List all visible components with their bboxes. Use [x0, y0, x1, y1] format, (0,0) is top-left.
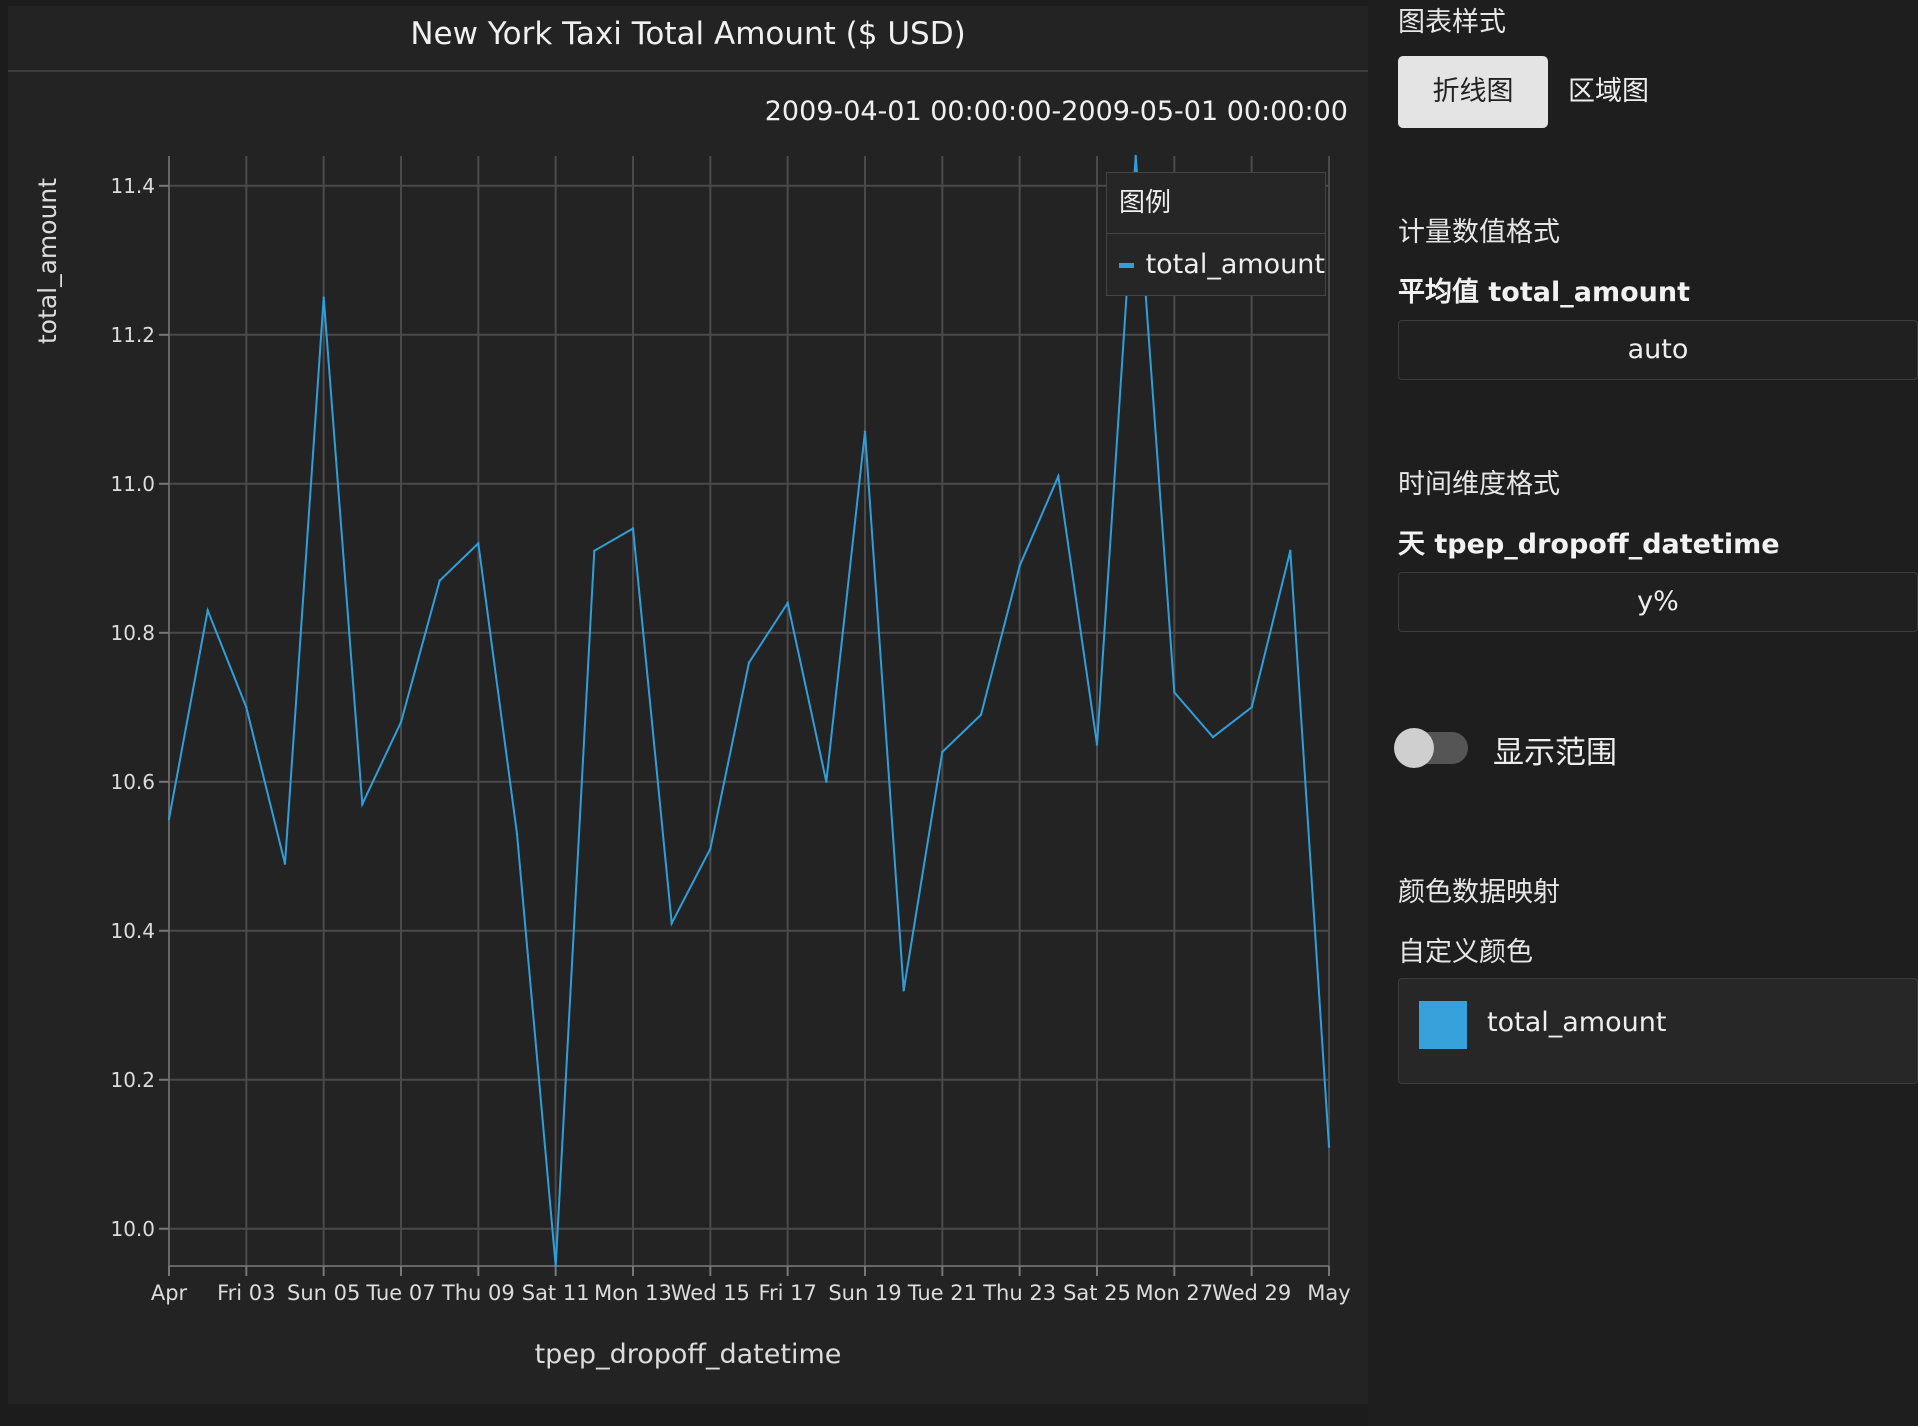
data-point — [1173, 691, 1176, 694]
data-point — [1095, 743, 1099, 746]
data-point — [477, 542, 480, 545]
data-point — [1018, 564, 1021, 567]
data-point — [747, 661, 751, 664]
toggle-knob — [1394, 728, 1434, 768]
data-point — [902, 989, 905, 992]
data-point — [438, 579, 441, 582]
y-tick-label: 11.2 — [110, 323, 155, 347]
data-point — [786, 601, 789, 605]
metric-format-input[interactable]: auto — [1398, 320, 1918, 380]
x-tick-label: Tue 21 — [907, 1281, 977, 1305]
x-tick-label: Wed 29 — [1212, 1281, 1291, 1305]
time-format-input[interactable]: y% — [1398, 572, 1918, 632]
y-axis-label: total_amount — [33, 178, 62, 344]
line-chart-button[interactable]: 折线图 — [1398, 56, 1548, 128]
y-tick-label: 10.2 — [110, 1068, 155, 1092]
data-point — [245, 706, 248, 709]
legend-item-total-amount[interactable]: total_amount — [1107, 234, 1325, 296]
x-tick-label: Mon 27 — [1135, 1281, 1213, 1305]
x-tick-label: Sun 19 — [828, 1281, 901, 1305]
color-swatch[interactable] — [1419, 1001, 1467, 1049]
series-line-total-amount — [168, 155, 1330, 1267]
data-point — [1134, 154, 1137, 158]
x-tick-label: Fri 17 — [758, 1281, 816, 1305]
data-point — [863, 430, 867, 433]
x-tick-label: Sun 05 — [287, 1281, 360, 1305]
metric-name: 平均值 total_amount — [1398, 277, 1690, 308]
color-mapping-label: 颜色数据映射 — [1398, 877, 1560, 908]
data-point — [825, 780, 828, 783]
data-point — [1250, 706, 1253, 709]
custom-color-row[interactable]: total_amount — [1398, 978, 1918, 1084]
x-tick-label: Sat 11 — [522, 1281, 590, 1305]
legend-item-label: total_amount — [1145, 249, 1325, 280]
data-point — [979, 713, 983, 716]
show-range-toggle[interactable] — [1394, 728, 1468, 768]
data-point — [1289, 549, 1292, 553]
data-point — [631, 527, 635, 530]
x-axis-label: tpep_dropoff_datetime — [535, 1339, 842, 1370]
data-point — [670, 922, 673, 925]
chart-panel: New York Taxi Total Amount ($ USD) 2009-… — [8, 6, 1368, 1404]
data-point — [941, 750, 944, 754]
data-point — [593, 549, 596, 553]
metric-format-label: 计量数值格式 — [1398, 217, 1560, 248]
time-dimension-name: 天 tpep_dropoff_datetime — [1398, 529, 1780, 560]
data-point — [1327, 1145, 1331, 1149]
data-point — [283, 862, 287, 865]
y-tick-label: 10.4 — [110, 919, 155, 943]
legend-swatch — [1119, 262, 1134, 268]
legend-title: 图例 — [1107, 173, 1325, 234]
data-point — [322, 296, 325, 299]
custom-color-label: 自定义颜色 — [1398, 937, 1533, 968]
area-chart-button[interactable]: 区域图 — [1568, 56, 1649, 128]
x-tick-label: May — [1307, 1281, 1350, 1305]
y-tick-label: 10.8 — [110, 621, 155, 645]
x-tick-label: Fri 03 — [217, 1281, 275, 1305]
x-tick-label: Sat 25 — [1063, 1281, 1131, 1305]
settings-sidebar: 图表样式 折线图 区域图 计量数值格式 平均值 total_amount aut… — [1368, 0, 1918, 1426]
data-point — [709, 847, 712, 851]
x-tick-label: Wed 15 — [671, 1281, 750, 1305]
x-tick-label: Mon 13 — [594, 1281, 672, 1305]
time-format-label: 时间维度格式 — [1398, 469, 1560, 500]
data-point — [515, 832, 519, 836]
x-tick-label: Thu 23 — [982, 1281, 1056, 1305]
data-point — [1057, 475, 1060, 478]
legend: 图例 total_amount — [1106, 172, 1326, 296]
chart-style-label: 图表样式 — [1398, 7, 1506, 38]
y-tick-label: 10.0 — [110, 1217, 155, 1241]
y-tick-label: 11.4 — [110, 174, 155, 198]
x-tick-label: Thu 09 — [441, 1281, 515, 1305]
data-point — [554, 1264, 557, 1268]
data-point — [167, 817, 171, 821]
data-point — [206, 609, 209, 612]
x-tick-label: Apr — [151, 1281, 188, 1305]
color-series-name: total_amount — [1487, 1007, 1667, 1038]
y-tick-label: 10.6 — [110, 770, 155, 794]
show-range-label: 显示范围 — [1493, 735, 1617, 771]
data-point — [399, 720, 403, 724]
y-tick-label: 11.0 — [110, 472, 155, 496]
x-tick-label: Tue 07 — [365, 1281, 435, 1305]
data-point — [361, 802, 364, 806]
data-point — [1211, 735, 1215, 739]
